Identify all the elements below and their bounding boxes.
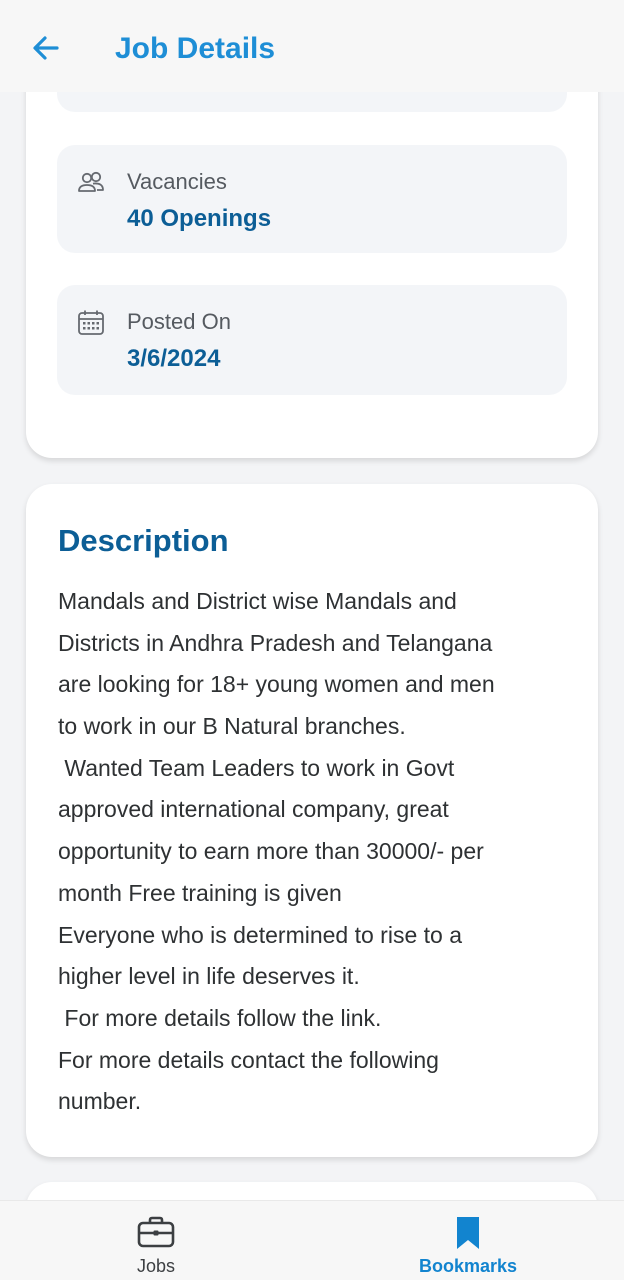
arrow-left-icon <box>33 36 59 60</box>
vacancies-label: Vacancies <box>127 169 227 194</box>
app-header: Job Details <box>0 0 624 92</box>
description-line: approved international company, great <box>58 796 449 823</box>
vacancies-value: 40 Openings <box>127 205 272 232</box>
description-title: Description <box>58 523 229 558</box>
vacancies-box: Vacancies 40 Openings <box>57 145 567 253</box>
description-line: Mandals and District wise Mandals and <box>58 588 457 614</box>
scroll-content[interactable]: Vacancies 40 Openings Posted On 3/6/2024… <box>0 92 624 1200</box>
people-icon <box>78 171 104 192</box>
description-line: are looking for 18+ young women and men <box>58 671 495 698</box>
description-line: For more details follow the link. <box>58 1004 382 1031</box>
nav-jobs[interactable]: Jobs <box>86 1201 226 1280</box>
nav-bookmarks[interactable]: Bookmarks <box>398 1201 538 1280</box>
description-line: Districts in Andhra Pradesh and Telangan… <box>58 629 493 656</box>
posted-on-label: Posted On <box>127 309 231 334</box>
description-line: to work in our B Natural branches. <box>58 713 406 740</box>
posted-on-box: Posted On 3/6/2024 <box>57 285 567 395</box>
posted-on-value: 3/6/2024 <box>127 345 221 372</box>
bookmark-icon <box>457 1217 479 1249</box>
description-card: Description Mandals and District wise Ma… <box>26 484 598 1157</box>
description-line: higher level in life deserves it. <box>58 963 360 990</box>
info-box-partial <box>57 92 567 112</box>
description-line: month Free training is given <box>58 879 342 906</box>
nav-bookmarks-label: Bookmarks <box>418 1256 518 1276</box>
next-card <box>26 1182 598 1200</box>
nav-jobs-label: Jobs <box>136 1256 176 1276</box>
description-body: Mandals and District wise Mandals and Di… <box>58 581 568 1123</box>
description-line: Everyone who is determined to rise to a <box>58 921 462 948</box>
description-line: opportunity to earn more than 30000/- pe… <box>58 838 484 865</box>
back-button[interactable] <box>28 30 64 66</box>
page-title: Job Details <box>115 32 276 65</box>
description-line: For more details contact the following <box>58 1046 439 1073</box>
bottom-nav: Jobs Bookmarks <box>0 1200 624 1280</box>
briefcase-icon <box>137 1216 175 1248</box>
job-info-card: Vacancies 40 Openings Posted On 3/6/2024 <box>26 92 598 458</box>
description-line: Wanted Team Leaders to work in Govt <box>58 754 455 781</box>
description-line: number. <box>58 1088 142 1115</box>
calendar-icon <box>78 310 104 335</box>
